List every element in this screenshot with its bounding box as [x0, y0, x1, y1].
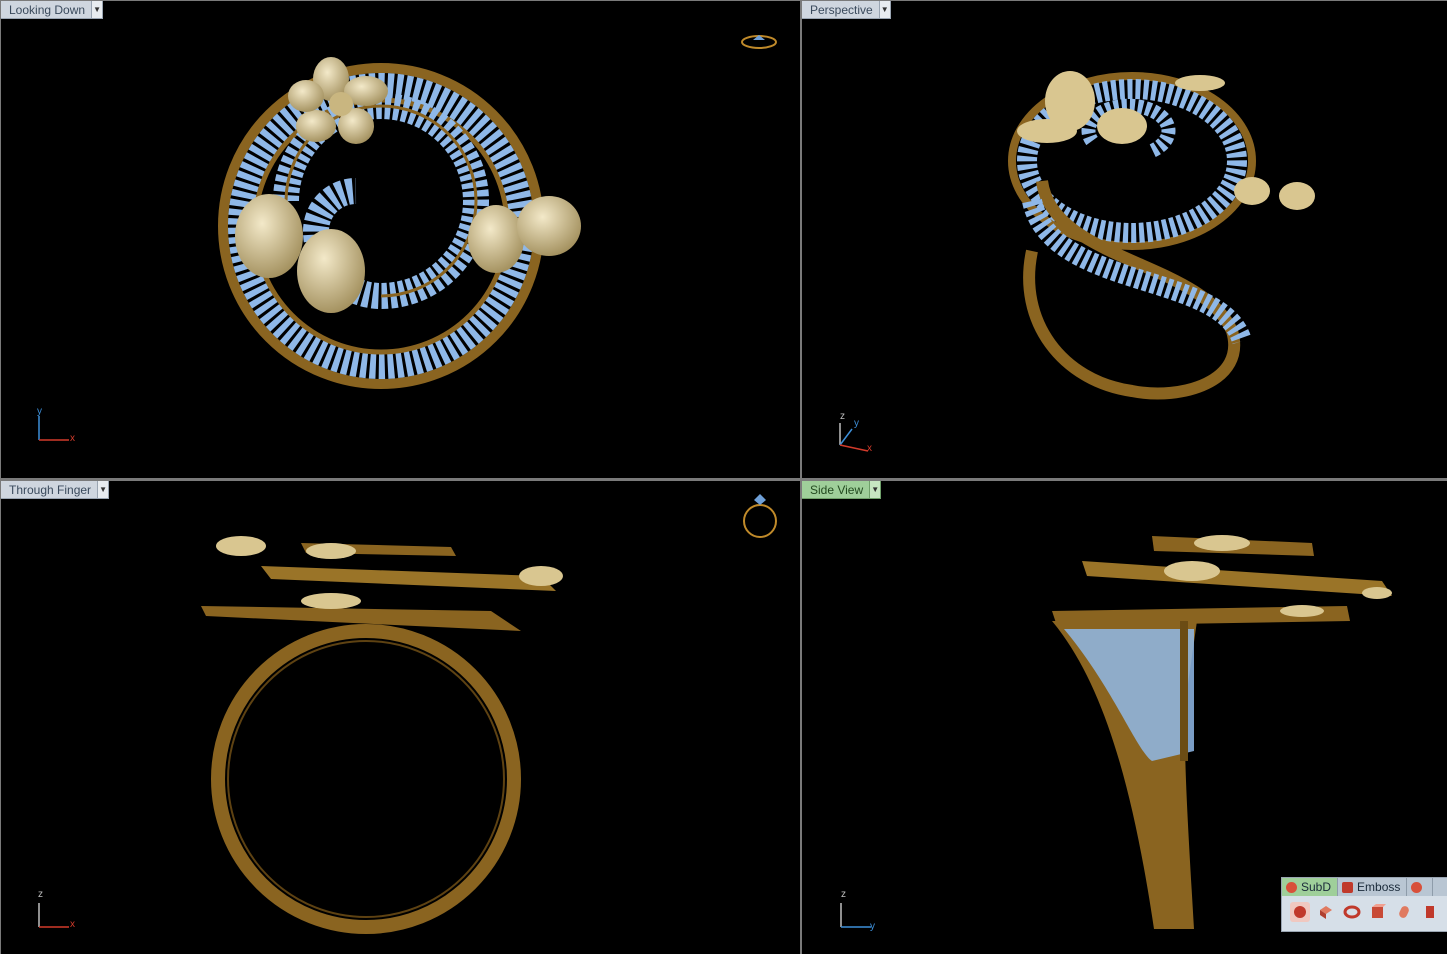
axis-label-vertical: z — [38, 889, 43, 900]
viewport-label[interactable]: Through Finger — [1, 481, 99, 499]
axis-label-horizontal: x — [70, 919, 75, 930]
viewport-perspective[interactable]: Perspective ▼ z y x — [802, 1, 1447, 478]
tab-subd[interactable]: SubD — [1282, 878, 1339, 896]
ring-thumbnail-icon — [743, 494, 777, 538]
axis-indicator — [38, 416, 69, 441]
viewport-dropdown-icon[interactable]: ▼ — [870, 481, 882, 499]
subd-extra-icon[interactable] — [1420, 902, 1440, 922]
subd-cylinder-icon[interactable] — [1394, 902, 1414, 922]
viewport-through-finger[interactable]: Through Finger ▼ z x — [1, 481, 800, 954]
subd-cube-icon[interactable] — [1368, 902, 1388, 922]
ring-top-view — [218, 57, 581, 389]
toolbar-tools — [1282, 896, 1447, 922]
viewport-label[interactable]: Looking Down — [1, 1, 93, 19]
axis-label-vertical: y — [854, 418, 859, 429]
viewport-tab-through-finger[interactable]: Through Finger ▼ — [1, 481, 110, 499]
subd-toolbar: SubD Emboss — [1281, 877, 1447, 932]
subd-icon — [1286, 881, 1297, 893]
tab-emboss[interactable]: Emboss — [1338, 878, 1408, 896]
axis-label-vertical: y — [37, 406, 42, 417]
viewport-tab-perspective[interactable]: Perspective ▼ — [802, 1, 891, 19]
axis-label-depth: z — [840, 411, 845, 422]
ring-front-view — [201, 536, 563, 934]
ring-perspective-view — [1008, 71, 1315, 400]
viewport-tab-looking-down[interactable]: Looking Down ▼ — [1, 1, 104, 19]
viewport-dropdown-icon[interactable]: ▼ — [98, 481, 110, 499]
axis-label-horizontal: x — [70, 433, 75, 444]
viewport-label[interactable]: Side View — [802, 481, 871, 499]
axis-label-vertical: z — [841, 889, 846, 900]
tab-label: SubD — [1301, 880, 1332, 894]
tab-label: Emboss — [1357, 880, 1401, 894]
axis-label-horizontal: x — [867, 443, 872, 454]
viewport-dropdown-icon[interactable]: ▼ — [879, 1, 891, 19]
toolbar-tabs: SubD Emboss — [1282, 878, 1447, 896]
emboss-icon — [1342, 881, 1354, 893]
tab-more-icon — [1411, 881, 1423, 893]
viewport-label[interactable]: Perspective — [802, 1, 880, 19]
ring-thumbnail-icon — [741, 35, 777, 49]
subd-box-icon[interactable] — [1316, 902, 1336, 922]
viewport-tab-side-view[interactable]: Side View ▼ — [802, 481, 882, 499]
subd-torus-icon[interactable] — [1342, 902, 1362, 922]
subd-sphere-icon[interactable] — [1290, 902, 1310, 922]
tab-more[interactable] — [1407, 878, 1434, 896]
viewport-dropdown-icon[interactable]: ▼ — [92, 1, 104, 19]
viewport-looking-down[interactable]: Looking Down ▼ y x — [1, 1, 800, 478]
axis-label-horizontal: y — [870, 921, 875, 932]
